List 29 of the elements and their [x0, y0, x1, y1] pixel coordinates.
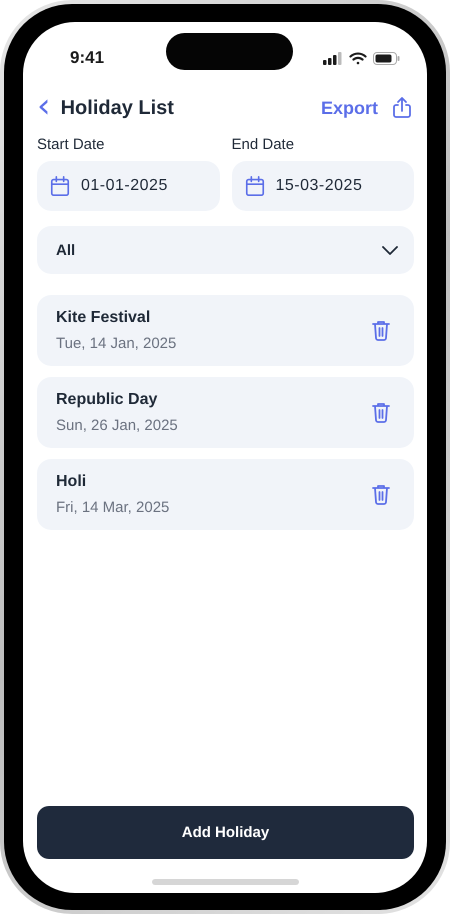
delete-button[interactable]	[372, 484, 390, 505]
date-field[interactable]: 01-01-2025	[37, 161, 220, 211]
delete-button[interactable]	[372, 402, 390, 423]
trash-icon	[372, 402, 390, 423]
date-label: End Date	[232, 136, 296, 153]
delete-button[interactable]	[372, 320, 390, 341]
holiday-date: Fri, 14 Mar, 2025	[56, 499, 170, 516]
calendar-icon	[244, 175, 266, 197]
date-label: Start Date	[37, 136, 106, 153]
trash-icon	[372, 484, 390, 505]
status-time: 9:41	[70, 48, 104, 68]
holiday-date: Tue, 14 Jan, 2025	[56, 335, 178, 352]
holiday-date: Sun, 26 Jan, 2025	[56, 417, 179, 434]
share-icon	[390, 96, 414, 120]
chevron-down-icon	[382, 246, 398, 254]
battery-icon	[373, 52, 400, 64]
back-button[interactable]: ‹	[37, 91, 61, 125]
wifi-icon	[349, 52, 367, 64]
date-field[interactable]: 15-03-2025	[232, 161, 414, 211]
trash-icon	[372, 320, 390, 341]
holiday-name: Kite Festival	[56, 309, 152, 327]
export-button[interactable]: Export	[320, 96, 414, 120]
holiday-name: Republic Day	[56, 391, 158, 409]
add-holiday-button[interactable]: Add Holiday	[37, 806, 414, 859]
signal-icon	[323, 52, 343, 64]
page-title: Holiday List	[60, 96, 175, 120]
calendar-icon	[49, 175, 71, 197]
holiday-name: Holi	[56, 473, 88, 491]
filter-dropdown[interactable]: All	[37, 226, 414, 274]
